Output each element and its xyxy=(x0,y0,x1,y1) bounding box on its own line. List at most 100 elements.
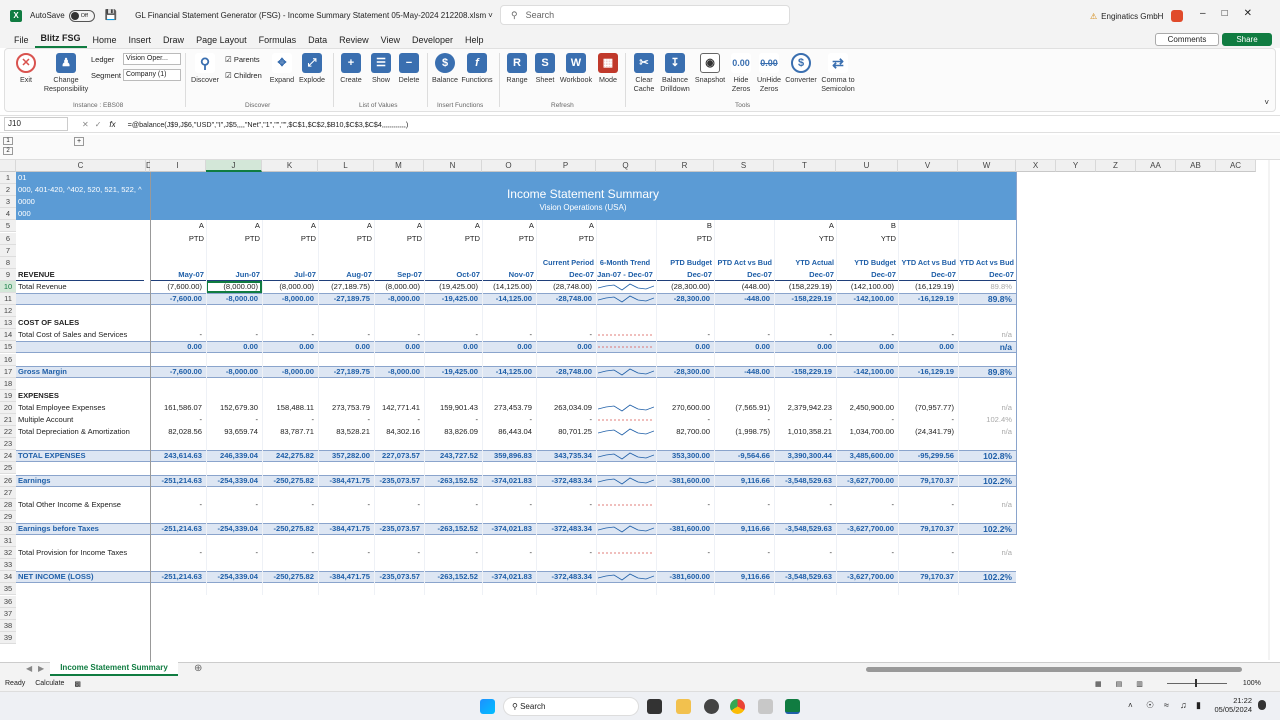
row6-cell[interactable]: PTD xyxy=(374,233,422,245)
column-header[interactable]: R xyxy=(656,160,714,172)
value-cell[interactable]: 3,390,300.44 xyxy=(774,450,832,462)
value-cell[interactable]: (8,000.00) xyxy=(262,281,314,293)
value-cell[interactable]: -7,600.00 xyxy=(150,366,202,378)
value-cell[interactable]: - xyxy=(374,414,420,426)
close-icon[interactable]: ✕ xyxy=(1244,8,1268,19)
share-button[interactable]: Share xyxy=(1222,33,1272,46)
column-header[interactable]: M xyxy=(374,160,424,172)
taskbar-search[interactable]: ⚲ Search xyxy=(503,697,639,716)
row8-header[interactable]: YTD Actual xyxy=(774,257,834,269)
row-header[interactable]: 36 xyxy=(0,595,16,608)
value-cell[interactable]: -3,548,529.63 xyxy=(774,475,832,487)
row-header[interactable]: 20 xyxy=(0,401,16,414)
param-cell[interactable]: 01 xyxy=(18,172,148,184)
excel-taskbar-icon[interactable] xyxy=(785,699,800,714)
row-header[interactable]: 27 xyxy=(0,486,16,499)
value-cell[interactable]: 0.00 xyxy=(536,341,592,353)
row-label[interactable]: COST OF SALES xyxy=(18,317,146,329)
value-cell[interactable]: -28,748.00 xyxy=(536,366,592,378)
row5-cell[interactable]: A xyxy=(774,220,834,232)
value-cell[interactable]: - xyxy=(536,499,592,511)
row-header[interactable]: 25 xyxy=(0,462,16,475)
value-cell[interactable]: (448.00) xyxy=(714,281,770,293)
row-label[interactable]: Earnings before Taxes xyxy=(18,523,146,535)
row6-cell[interactable]: PTD xyxy=(318,233,372,245)
value-cell[interactable]: -251,214.63 xyxy=(150,475,202,487)
value-cell[interactable]: - xyxy=(150,329,202,341)
menu-home[interactable]: Home xyxy=(87,35,123,45)
row5-cell[interactable]: A xyxy=(424,220,480,232)
menu-page-layout[interactable]: Page Layout xyxy=(190,35,253,45)
value-cell[interactable]: 343,735.34 xyxy=(536,450,592,462)
value-cell[interactable]: -374,021.83 xyxy=(482,523,532,535)
value-cell[interactable]: 83,787.71 xyxy=(262,426,314,438)
column-header[interactable]: X xyxy=(1016,160,1056,172)
value-cell[interactable]: -19,425.00 xyxy=(424,366,478,378)
row8-header[interactable]: PTD Budget xyxy=(656,257,712,269)
value-cell[interactable]: - xyxy=(150,499,202,511)
value-cell[interactable]: - xyxy=(424,547,478,559)
row-header[interactable]: 35 xyxy=(0,583,16,596)
autosave-toggle[interactable]: Off xyxy=(68,9,95,22)
row5-cell[interactable]: A xyxy=(536,220,594,232)
value-cell[interactable]: 0.00 xyxy=(150,341,202,353)
row-label[interactable]: Total Employee Expenses xyxy=(18,402,146,414)
status-calculate[interactable]: Calculate xyxy=(35,680,64,687)
row-label[interactable]: Total Revenue xyxy=(18,281,146,293)
value-cell[interactable]: -14,125.00 xyxy=(482,366,532,378)
value-cell[interactable]: - xyxy=(898,547,954,559)
value-cell[interactable]: n/a xyxy=(958,547,1012,559)
value-cell[interactable]: - xyxy=(898,499,954,511)
menu-blitz-fsg[interactable]: Blitz FSG xyxy=(34,31,87,48)
param-cell[interactable]: 000, 401-420, ^402, 520, 521, 522, ^ xyxy=(18,184,148,196)
value-cell[interactable]: -9,564.66 xyxy=(714,450,770,462)
clock[interactable]: 21:22 05/05/2024 xyxy=(1212,696,1252,714)
row-header[interactable]: 28 xyxy=(0,498,16,511)
battery-icon[interactable]: ▮ xyxy=(1196,700,1201,711)
value-cell[interactable]: 0.00 xyxy=(374,341,420,353)
value-cell[interactable]: 89.8% xyxy=(958,293,1012,305)
value-cell[interactable]: (7,565.91) xyxy=(714,402,770,414)
column-header[interactable]: Z xyxy=(1096,160,1136,172)
functions-button[interactable]: f Functions xyxy=(459,53,495,84)
unhide-zeros-button[interactable]: 0.00 UnHide Zeros xyxy=(753,53,785,93)
value-cell[interactable]: - xyxy=(318,547,370,559)
row8-header[interactable]: YTD Act vs Bud xyxy=(898,257,956,269)
row-label[interactable]: Total Provision for Income Taxes xyxy=(18,547,146,559)
value-cell[interactable]: 79,170.37 xyxy=(898,523,954,535)
value-cell[interactable]: - xyxy=(424,414,478,426)
value-cell[interactable]: - xyxy=(714,499,770,511)
column-header[interactable]: O xyxy=(482,160,536,172)
value-cell[interactable]: 0.00 xyxy=(714,341,770,353)
value-cell[interactable]: -374,021.83 xyxy=(482,475,532,487)
value-cell[interactable]: -28,300.00 xyxy=(656,293,710,305)
value-cell[interactable]: - xyxy=(482,414,532,426)
value-cell[interactable]: - xyxy=(482,547,532,559)
snapshot-button[interactable]: ◉ Snapshot xyxy=(693,53,727,84)
value-cell[interactable]: -3,548,529.63 xyxy=(774,571,832,583)
value-cell[interactable]: - xyxy=(482,499,532,511)
minimize-icon[interactable]: – xyxy=(1200,8,1222,19)
menu-file[interactable]: File xyxy=(8,35,35,45)
menu-developer[interactable]: Developer xyxy=(406,35,459,45)
value-cell[interactable]: 243,727.52 xyxy=(424,450,478,462)
wifi-icon[interactable]: ≈ xyxy=(1164,700,1169,710)
value-cell[interactable]: 0.00 xyxy=(424,341,478,353)
value-cell[interactable]: -7,600.00 xyxy=(150,293,202,305)
row6-cell[interactable]: PTD xyxy=(656,233,712,245)
value-cell[interactable]: 357,282.00 xyxy=(318,450,370,462)
next-sheet-icon[interactable]: ▶ xyxy=(38,664,44,673)
chrome-icon[interactable] xyxy=(730,699,745,714)
value-cell[interactable]: 93,659.74 xyxy=(206,426,258,438)
column-header[interactable]: I xyxy=(150,160,206,172)
value-cell[interactable]: (19,425.00) xyxy=(424,281,478,293)
value-cell[interactable]: n/a xyxy=(958,402,1012,414)
app-icon[interactable] xyxy=(758,699,773,714)
column-header[interactable]: S xyxy=(714,160,774,172)
chevron-up-icon[interactable]: ˄ xyxy=(1128,701,1133,710)
row5-cell[interactable]: B xyxy=(656,220,712,232)
value-cell[interactable]: (28,748.00) xyxy=(536,281,592,293)
period-header[interactable]: Oct-07 xyxy=(424,269,480,281)
value-cell[interactable]: 0.00 xyxy=(898,341,954,353)
value-cell[interactable]: - xyxy=(206,329,258,341)
